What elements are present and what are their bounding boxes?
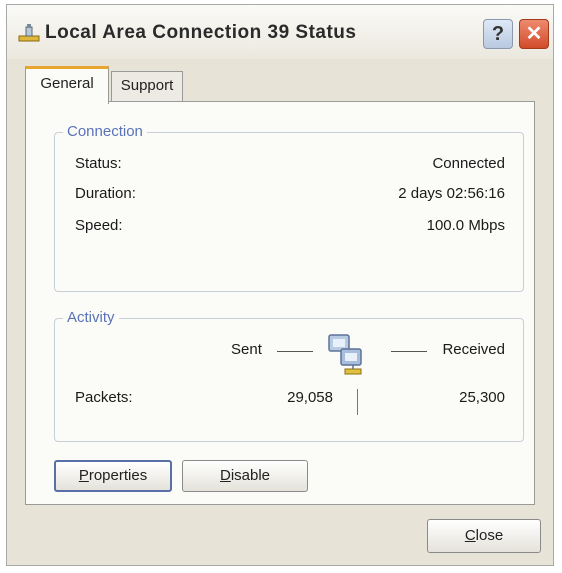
properties-button[interactable]: Properties (54, 460, 172, 492)
close-button[interactable]: Close (427, 519, 541, 553)
disable-accelerator: D (219, 467, 231, 484)
received-label: Received (442, 341, 505, 358)
close-window-button[interactable]: ✕ (519, 19, 549, 49)
packets-sent-value: 29,058 (287, 389, 333, 406)
speed-value: 100.0 Mbps (426, 217, 505, 234)
duration-value: 2 days 02:56:16 (398, 185, 505, 202)
packets-received-value: 25,300 (459, 389, 505, 406)
tab-support[interactable]: Support (111, 71, 183, 101)
received-line (391, 351, 427, 352)
close-accelerator: C (464, 527, 476, 544)
title-bar[interactable]: Local Area Connection 39 Status ? ✕ (7, 5, 553, 59)
properties-accelerator: P (78, 467, 89, 484)
close-label: lose (475, 527, 504, 544)
general-tab-panel: Connection Status: Connected Duration: 2… (25, 101, 535, 505)
disable-button[interactable]: Disable (182, 460, 308, 492)
activity-legend: Activity (63, 309, 119, 326)
packets-label: Packets: (75, 389, 133, 406)
close-icon: ✕ (525, 23, 543, 45)
window-title: Local Area Connection 39 Status (45, 22, 357, 43)
connection-status-dialog: Local Area Connection 39 Status ? ✕ Gene… (6, 4, 554, 566)
help-button[interactable]: ? (483, 19, 513, 49)
duration-label: Duration: (75, 185, 136, 202)
network-activity-icon (328, 334, 362, 375)
status-value: Connected (432, 155, 505, 172)
properties-label: roperties (88, 467, 148, 484)
packets-divider (357, 389, 358, 415)
connection-group: Connection Status: Connected Duration: 2… (54, 123, 524, 292)
tab-general[interactable]: General (25, 66, 109, 104)
sent-line (277, 351, 313, 352)
help-icon: ? (491, 23, 505, 45)
connection-legend: Connection (63, 123, 147, 140)
speed-label: Speed: (75, 217, 123, 234)
sent-label: Sent (231, 341, 262, 358)
network-connection-icon (18, 24, 40, 42)
disable-label: isable (230, 467, 271, 484)
activity-group: Activity Sent Received Packets: 29,058 2… (54, 309, 524, 442)
status-label: Status: (75, 155, 122, 172)
